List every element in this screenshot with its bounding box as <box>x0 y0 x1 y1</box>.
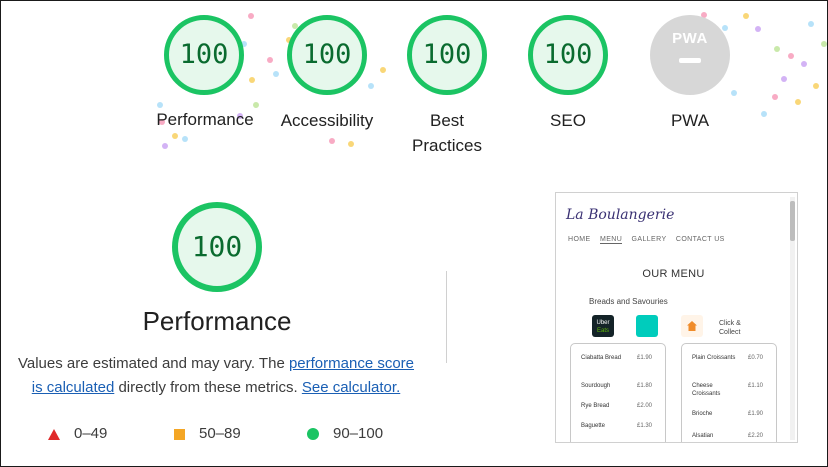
gauge-score: 100 <box>543 39 593 70</box>
desc-text: Values are estimated and may vary. The <box>17 355 289 372</box>
accessibility-gauge[interactable]: 100 <box>287 15 367 95</box>
legend-range: 90–100 <box>333 425 384 442</box>
nav-item-gallery: GALLERY <box>631 236 667 243</box>
confetti-dot <box>329 138 335 144</box>
menu-item-name: Brioche <box>692 411 713 417</box>
collect-line-2: Collect <box>719 329 741 336</box>
menu-item-price: £2.00 <box>637 403 653 409</box>
menu-item-price: £0.70 <box>748 355 764 361</box>
site-brand: La Boulangerie <box>566 207 675 223</box>
menu-card-left: Ciabatta Bread £1.90 Sourdough £1.80 Rye B… <box>570 343 666 442</box>
gauge-score: 100 <box>422 39 472 70</box>
gauge-score: 100 <box>302 39 352 70</box>
confetti-dot <box>755 26 761 32</box>
confetti-dot <box>781 76 787 82</box>
legend-pass: 90–100 <box>307 424 383 444</box>
nav-item-menu: MENU <box>599 236 623 244</box>
menu-item-price: £1.30 <box>637 423 653 429</box>
menu-heading: OUR MENU <box>642 268 705 280</box>
pwa-dash-icon <box>679 58 701 63</box>
legend-range: 50–89 <box>199 425 241 442</box>
square-icon <box>174 428 185 440</box>
confetti-dot <box>772 94 778 100</box>
see-calculator-link[interactable]: See calculator. <box>302 379 400 396</box>
confetti-dot <box>368 83 374 89</box>
uber-eats-icon: Uber Eats <box>592 315 614 337</box>
house-glyph <box>687 321 697 331</box>
menu-item-price: £2.20 <box>748 433 764 439</box>
pwa-logo-text: PWA <box>672 30 708 47</box>
performance-detail-score: 100 <box>191 230 243 263</box>
page-screenshot-thumbnail[interactable]: La Boulangerie HOME MENU GALLERY CONTACT… <box>555 192 798 443</box>
confetti-dot <box>761 111 767 117</box>
performance-gauge[interactable]: 100 <box>164 15 244 95</box>
confetti-dot <box>808 21 814 27</box>
confetti-dot <box>172 133 178 139</box>
menu-item-price: £1.10 <box>748 383 764 389</box>
confetti-dot <box>273 71 279 77</box>
pwa-gauge[interactable]: PWA <box>650 15 730 95</box>
uber-line: Uber <box>596 320 610 326</box>
eats-line: Eats <box>596 328 609 334</box>
desc-text: directly from these metrics. <box>114 379 302 396</box>
menu-item-name: Plain Croissants <box>692 355 736 361</box>
site-nav: HOME MENU GALLERY CONTACT US <box>568 236 732 244</box>
gauge-label-pwa[interactable]: PWA <box>620 108 760 133</box>
confetti-dot <box>774 46 780 52</box>
nav-item-home: HOME <box>568 236 591 243</box>
menu-item-name: Baguette <box>581 423 606 429</box>
menu-item-name: Sourdough <box>581 383 611 389</box>
menu-item-price: £1.80 <box>637 383 653 389</box>
menu-subheading: Breads and Savouries <box>589 297 668 306</box>
confetti-dot <box>182 136 188 142</box>
confetti-dot <box>743 13 749 19</box>
circle-icon <box>307 428 319 441</box>
confetti-dot <box>795 99 801 105</box>
confetti-dot <box>162 143 168 149</box>
scrollbar-thumb[interactable] <box>790 201 795 241</box>
confetti-dot <box>249 77 255 83</box>
gauge-label-accessibility[interactable]: Accessibility <box>257 108 397 133</box>
performance-detail-gauge: 100 <box>172 202 262 292</box>
menu-item-name: Alsatian <box>692 433 714 439</box>
confetti-dot <box>813 83 819 89</box>
collect-line-1: Click & <box>719 320 741 327</box>
pwa-badge-icon <box>650 15 730 95</box>
confetti-dot <box>348 141 354 147</box>
click-collect-text: Click & Collect <box>719 319 741 337</box>
confetti-dot <box>731 90 737 96</box>
legend-fail: 0–49 <box>48 424 107 444</box>
gauge-label-performance[interactable]: Performance <box>135 107 275 132</box>
home-icon <box>681 315 703 337</box>
performance-description: Values are estimated and may vary. The p… <box>11 352 421 400</box>
confetti-dot <box>380 67 386 73</box>
menu-item-name: Cheese Croissants <box>692 383 721 397</box>
legend-range: 0–49 <box>74 425 108 442</box>
divider <box>446 271 447 363</box>
gauge-label-seo[interactable]: SEO <box>498 108 638 133</box>
seo-gauge[interactable]: 100 <box>528 15 608 95</box>
menu-item-price: £1.90 <box>748 411 764 417</box>
gauge-score: 100 <box>179 39 229 70</box>
gauge-label-best-practices[interactable]: Best Practices <box>402 108 492 158</box>
confetti-dot <box>248 13 254 19</box>
legend-average: 50–89 <box>174 424 241 444</box>
deliveroo-icon <box>636 315 658 337</box>
triangle-icon <box>48 428 60 440</box>
nav-item-contact: CONTACT US <box>675 236 725 243</box>
best-practices-gauge[interactable]: 100 <box>407 15 487 95</box>
performance-detail-title: Performance <box>142 306 292 336</box>
confetti-dot <box>821 41 827 47</box>
confetti-dot <box>801 61 807 67</box>
confetti-dot <box>788 53 794 59</box>
menu-item-name: Rye Bread <box>581 403 610 409</box>
menu-item-name: Ciabatta Bread <box>581 355 622 361</box>
menu-card-right: Plain Croissants £0.70 Cheese Croissants £… <box>681 343 777 442</box>
menu-item-price: £1.90 <box>637 355 653 361</box>
confetti-dot <box>267 57 273 63</box>
